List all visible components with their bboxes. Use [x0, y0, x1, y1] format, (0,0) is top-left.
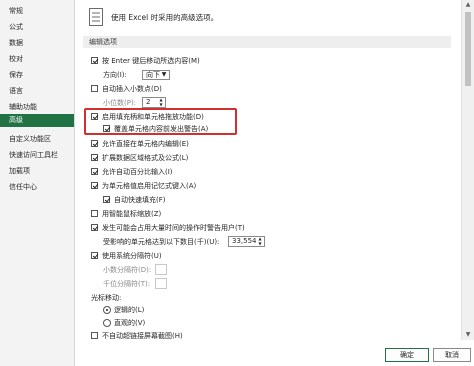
cells-thousands-row: 受影响的单元格达到以下数目(千)(U): [103, 237, 219, 248]
option-label: 允许自动百分比输入(I) [102, 168, 173, 176]
sidebar-item-data[interactable]: 数据 [0, 37, 74, 50]
option-label: 自动快速填充(F) [114, 196, 166, 204]
cursor-movement-row: 光标移动: [91, 293, 121, 304]
spin-down-icon[interactable]: ▼ [257, 242, 263, 246]
radio-label: 逻辑的(L) [114, 306, 145, 314]
advanced-options-pane: 使用 Excel 时采用的高级选项。 编辑选项 按 Enter 键后移动所选内容… [75, 0, 474, 366]
cancel-button[interactable]: 取消 [433, 348, 471, 362]
sidebar-item-formulas[interactable]: 公式 [0, 21, 74, 34]
checkbox[interactable] [91, 57, 98, 64]
option-label: 扩展数据区域格式及公式(L) [102, 154, 189, 162]
sidebar-item-accessibility[interactable]: 辅助功能 [0, 101, 74, 114]
checkbox[interactable] [91, 140, 98, 147]
option-label: 使用系统分隔符(U) [102, 252, 162, 260]
option-label: 允许直接在单元格内编辑(E) [102, 140, 189, 148]
sidebar-item-quick-access-toolbar[interactable]: 快速访问工具栏 [0, 149, 74, 162]
sidebar-item-language[interactable]: 语言 [0, 85, 74, 98]
vertical-scrollbar[interactable]: ▲ ▼ [461, 0, 474, 340]
checkbox[interactable] [91, 85, 98, 92]
options-sidebar: 常规 公式 数据 校对 保存 语言 辅助功能 高级 自定义功能区 快速访问工具栏… [0, 0, 75, 366]
direction-value: 向下 [146, 71, 160, 79]
thousands-sep-input[interactable] [155, 278, 167, 289]
ok-button[interactable]: 确定 [385, 348, 429, 362]
sidebar-item-general[interactable]: 常规 [0, 5, 74, 18]
option-label: 发生可能会占用大量时间的操作时警告用户(T) [102, 224, 245, 232]
chevron-down-icon: ▼ [161, 71, 167, 78]
radio-label: 直观的(V) [114, 319, 146, 327]
cells-thousands-value: 33,554 [232, 237, 257, 245]
direction-label: 方向(I): [103, 71, 127, 79]
annotation-highlight-box [84, 108, 237, 135]
decimal-places-value: 2 [146, 98, 151, 106]
checkbox[interactable] [91, 224, 98, 231]
option-label: 不自动超链接屏幕截图(H) [102, 332, 183, 340]
scroll-thumb[interactable] [465, 12, 471, 86]
cells-thousands-spinner[interactable]: 33,554 ▲ ▼ [228, 236, 265, 247]
direction-select[interactable]: 向下 ▼ [142, 70, 170, 80]
checkbox[interactable] [91, 210, 98, 217]
sidebar-item-customize-ribbon[interactable]: 自定义功能区 [0, 133, 74, 146]
scroll-down-icon[interactable]: ▼ [462, 330, 474, 340]
decimal-places-spinner[interactable]: 2 ▲ ▼ [142, 97, 166, 108]
sidebar-item-proofing[interactable]: 校对 [0, 53, 74, 66]
checkbox[interactable] [91, 252, 98, 259]
options-list-icon [89, 8, 103, 26]
scroll-up-icon[interactable]: ▲ [462, 0, 474, 10]
checkbox[interactable] [91, 168, 98, 175]
checkbox[interactable] [91, 154, 98, 161]
sidebar-item-add-ins[interactable]: 加载项 [0, 165, 74, 178]
sidebar-item-advanced[interactable]: 高级 [0, 114, 74, 127]
spin-down-icon[interactable]: ▼ [158, 103, 164, 107]
option-label: 用智能鼠标缩放(Z) [102, 210, 162, 218]
option-label: 自动插入小数点(D) [102, 85, 162, 93]
sidebar-item-save[interactable]: 保存 [0, 69, 74, 82]
thousands-sep-label: 千位分隔符(T): [103, 280, 151, 288]
direction-label-row: 方向(I): [103, 70, 127, 81]
option-label: 为单元格值启用记忆式键入(A) [102, 182, 197, 190]
checkbox[interactable] [91, 182, 98, 189]
radio-button[interactable] [103, 306, 111, 314]
cells-thousands-label: 受影响的单元格达到以下数目(千)(U): [103, 238, 220, 246]
checkbox[interactable] [103, 196, 110, 203]
decimal-sep-label: 小数分隔符(D): [103, 266, 152, 274]
cursor-movement-label: 光标移动: [91, 294, 122, 302]
section-editing-options: 编辑选项 [83, 36, 451, 48]
checkbox[interactable] [91, 332, 98, 339]
sidebar-item-trust-center[interactable]: 信任中心 [0, 181, 74, 194]
page-header-text: 使用 Excel 时采用的高级选项。 [111, 13, 219, 22]
option-label: 按 Enter 键后移动所选内容(M) [102, 57, 200, 65]
decimal-sep-input[interactable] [155, 264, 167, 275]
radio-button[interactable] [103, 319, 111, 327]
